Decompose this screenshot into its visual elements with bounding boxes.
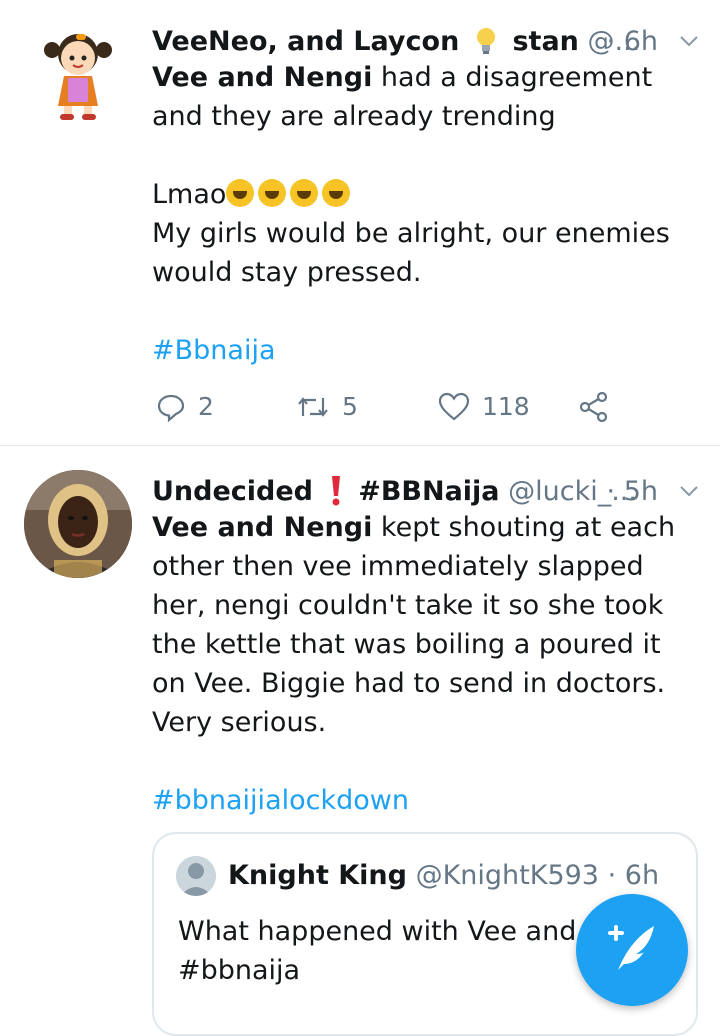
reply-icon <box>157 394 185 422</box>
hashtag-link[interactable]: #Bbnaija <box>152 331 276 370</box>
tweet-text: Vee and Nengi kept shouting at each othe… <box>152 508 692 742</box>
reply-button[interactable]: 2 <box>156 387 214 427</box>
default-profile-icon <box>176 856 216 896</box>
reply-count: 2 <box>198 392 214 421</box>
avatar[interactable] <box>24 20 132 128</box>
avatar-photo-icon <box>24 470 132 578</box>
author-name-suffix[interactable]: stan <box>512 26 578 57</box>
chevron-down-icon[interactable] <box>678 480 700 502</box>
lightbulb-icon <box>476 28 495 54</box>
laughing-emoji-icon <box>290 179 319 207</box>
quoted-time: 6h <box>624 860 660 891</box>
tweet-actions: 2 5 118 <box>152 387 652 427</box>
quoted-avatar[interactable] <box>176 856 216 896</box>
share-button[interactable] <box>578 387 610 427</box>
avatar[interactable] <box>24 470 132 578</box>
laughing-emoji-icon <box>258 179 287 207</box>
red-exclamation-icon <box>331 476 340 506</box>
laughing-emoji-icon <box>322 179 351 207</box>
tweet-divider <box>0 445 720 446</box>
author-name-suffix[interactable]: #BBNaija <box>358 476 499 507</box>
tweet-time-value: 6h <box>623 26 658 57</box>
tweet-text-bold: Vee and Nengi <box>152 62 373 93</box>
quoted-author-name[interactable]: Knight King <box>228 860 407 891</box>
retweet-count: 5 <box>342 392 358 421</box>
tweet[interactable]: VeeNeo, and Laycon stan @... · 6h Vee an… <box>0 20 720 445</box>
tweet-text-main: kept shouting at each other then vee imm… <box>152 512 684 738</box>
author-name[interactable]: VeeNeo, and Laycon <box>152 26 459 57</box>
chevron-down-icon[interactable] <box>678 30 700 52</box>
tweet-text-continued: My girls would be alright, our enemies w… <box>152 218 679 288</box>
author-name[interactable]: Undecided <box>152 476 313 507</box>
quoted-header: Knight King @KnightK593 · 6h <box>228 860 660 891</box>
laughing-emoji-icon <box>226 179 255 207</box>
like-count: 118 <box>482 392 530 421</box>
share-icon <box>579 391 608 423</box>
heart-icon <box>438 392 470 421</box>
quoted-author-handle[interactable]: @KnightK593 <box>416 860 599 891</box>
tweet-time-value: 5h <box>623 476 658 507</box>
avatar-girl-cartoon-icon <box>24 20 132 128</box>
laughing-emoji-row <box>226 179 354 210</box>
tweet-text: Vee and Nengi had a disagreement and the… <box>152 58 692 292</box>
retweet-icon <box>298 397 328 417</box>
compose-tweet-button[interactable] <box>576 894 688 1006</box>
tweet-text-bold: Vee and Nengi <box>152 512 373 543</box>
retweet-button[interactable]: 5 <box>296 387 358 427</box>
like-button[interactable]: 118 <box>438 387 530 427</box>
hashtag-link[interactable]: #bbnaijialockdown <box>152 781 409 820</box>
compose-tweet-icon <box>608 925 654 970</box>
